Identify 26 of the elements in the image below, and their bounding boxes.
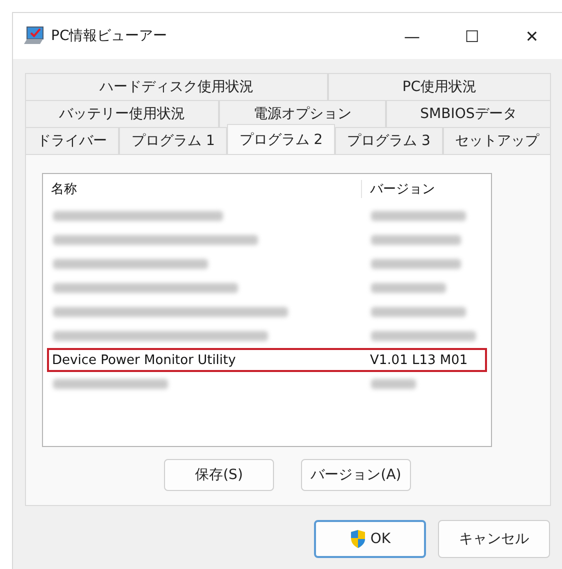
panel-button[interactable]: 保存(S) (164, 459, 274, 491)
laptop-check-icon (23, 26, 45, 46)
tab[interactable]: PC使用状況 (328, 73, 551, 100)
tab[interactable]: セットアップ (442, 127, 552, 154)
tab[interactable]: プログラム 2 (227, 124, 335, 154)
column-header[interactable]: バージョン (361, 180, 491, 198)
window-title: PC情報ビューアー (51, 27, 168, 45)
tab[interactable]: ドライバー (25, 127, 120, 154)
dialog-button[interactable]: キャンセル (438, 520, 550, 558)
dialog-button[interactable]: OK (314, 520, 426, 558)
program-version: V1.01 L13 M01 (369, 352, 469, 368)
blurred-text (371, 379, 416, 389)
table-row[interactable]: Device Power Monitor Utility V1.01 L13 M01 (47, 348, 487, 372)
close-button[interactable]: ✕ (502, 26, 562, 46)
tab[interactable]: SMBIOSデータ (386, 100, 552, 127)
tab[interactable]: プログラム 1 (119, 127, 228, 154)
program-name: Device Power Monitor Utility (51, 352, 237, 368)
shield-icon (349, 529, 368, 549)
tab[interactable]: プログラム 3 (334, 127, 443, 154)
tab[interactable]: バッテリー使用状況 (25, 100, 220, 127)
maximize-button[interactable]: ☐ (442, 26, 502, 46)
minimize-button[interactable]: — (382, 26, 442, 46)
panel-button[interactable]: バージョン(A) (301, 459, 411, 491)
tab[interactable]: 電源オプション (219, 100, 386, 127)
tab[interactable]: ハードディスク使用状況 (25, 73, 328, 100)
column-header[interactable]: 名称 (43, 180, 361, 198)
